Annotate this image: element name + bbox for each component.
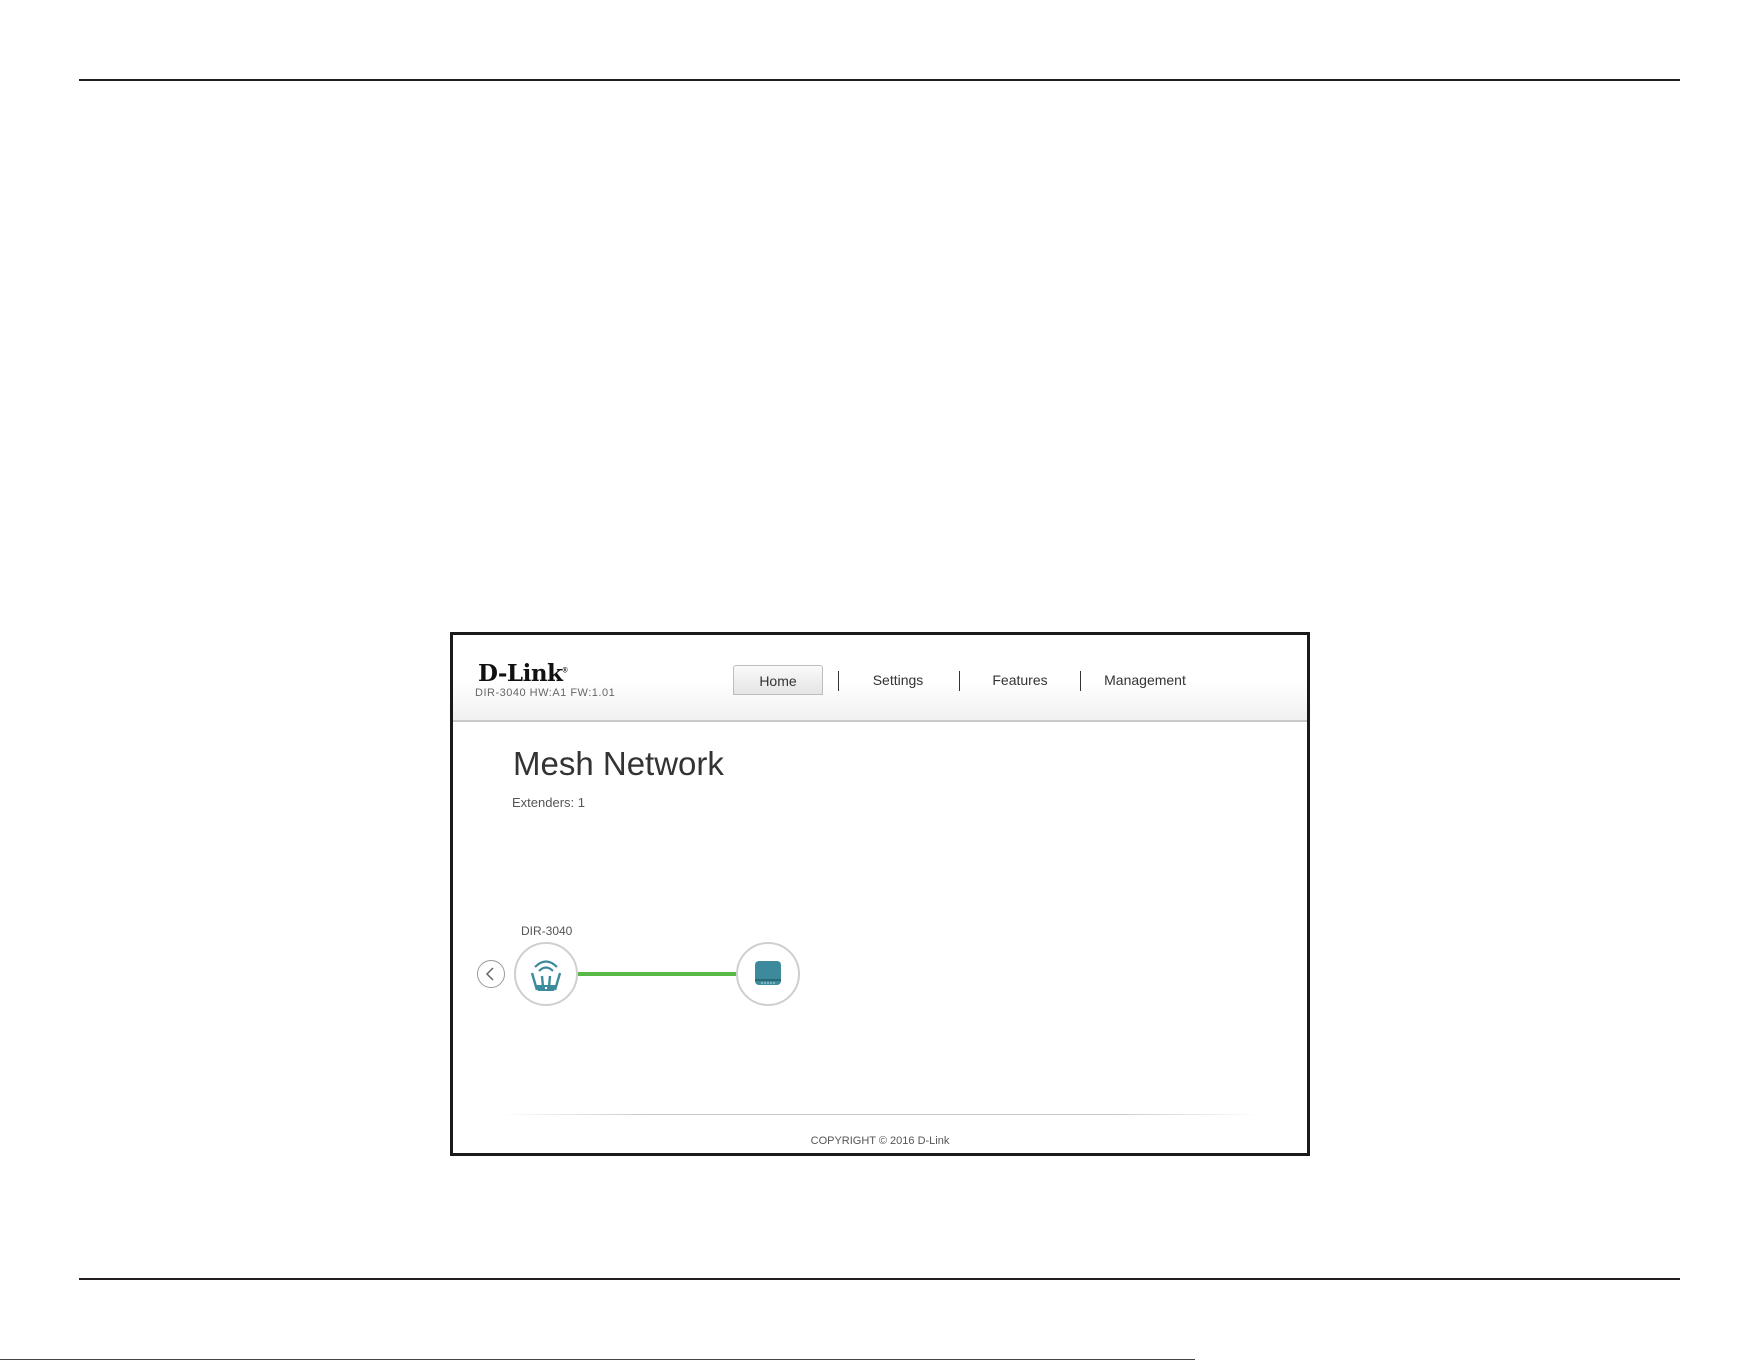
page-top-rule [79,79,1680,81]
screenshot-frame: D-Link® DIR-3040 HW:A1 FW:1.01 Home Sett… [450,632,1310,1156]
footer-divider [498,1114,1262,1115]
page-title: Mesh Network [513,745,724,782]
nav-separator [1080,671,1081,691]
nav-separator [838,671,839,691]
extender-node[interactable] [736,942,800,1006]
copyright-text: COPYRIGHT © 2016 D-Link [810,1135,950,1147]
dlink-logo: D-Link® [478,660,568,687]
tab-features[interactable]: Features [975,665,1065,695]
router-label: DIR-3040 [521,924,573,938]
extender-icon [755,961,781,985]
extenders-count: Extenders: 1 [512,795,585,810]
chevron-left-icon [485,967,494,981]
router-node[interactable] [514,942,578,1006]
page-bottom-rule [79,1278,1680,1280]
router-icon [530,960,562,991]
nav-separator [959,671,960,691]
tab-home[interactable]: Home [733,665,823,695]
model-info: DIR-3040 HW:A1 FW:1.01 [475,687,616,699]
page-footer-rule [0,1359,1195,1360]
mesh-link-line [578,972,736,976]
tab-management[interactable]: Management [1095,665,1195,695]
back-button[interactable] [477,960,505,988]
app-header: D-Link® DIR-3040 HW:A1 FW:1.01 Home Sett… [453,635,1307,722]
tab-settings[interactable]: Settings [853,665,943,695]
